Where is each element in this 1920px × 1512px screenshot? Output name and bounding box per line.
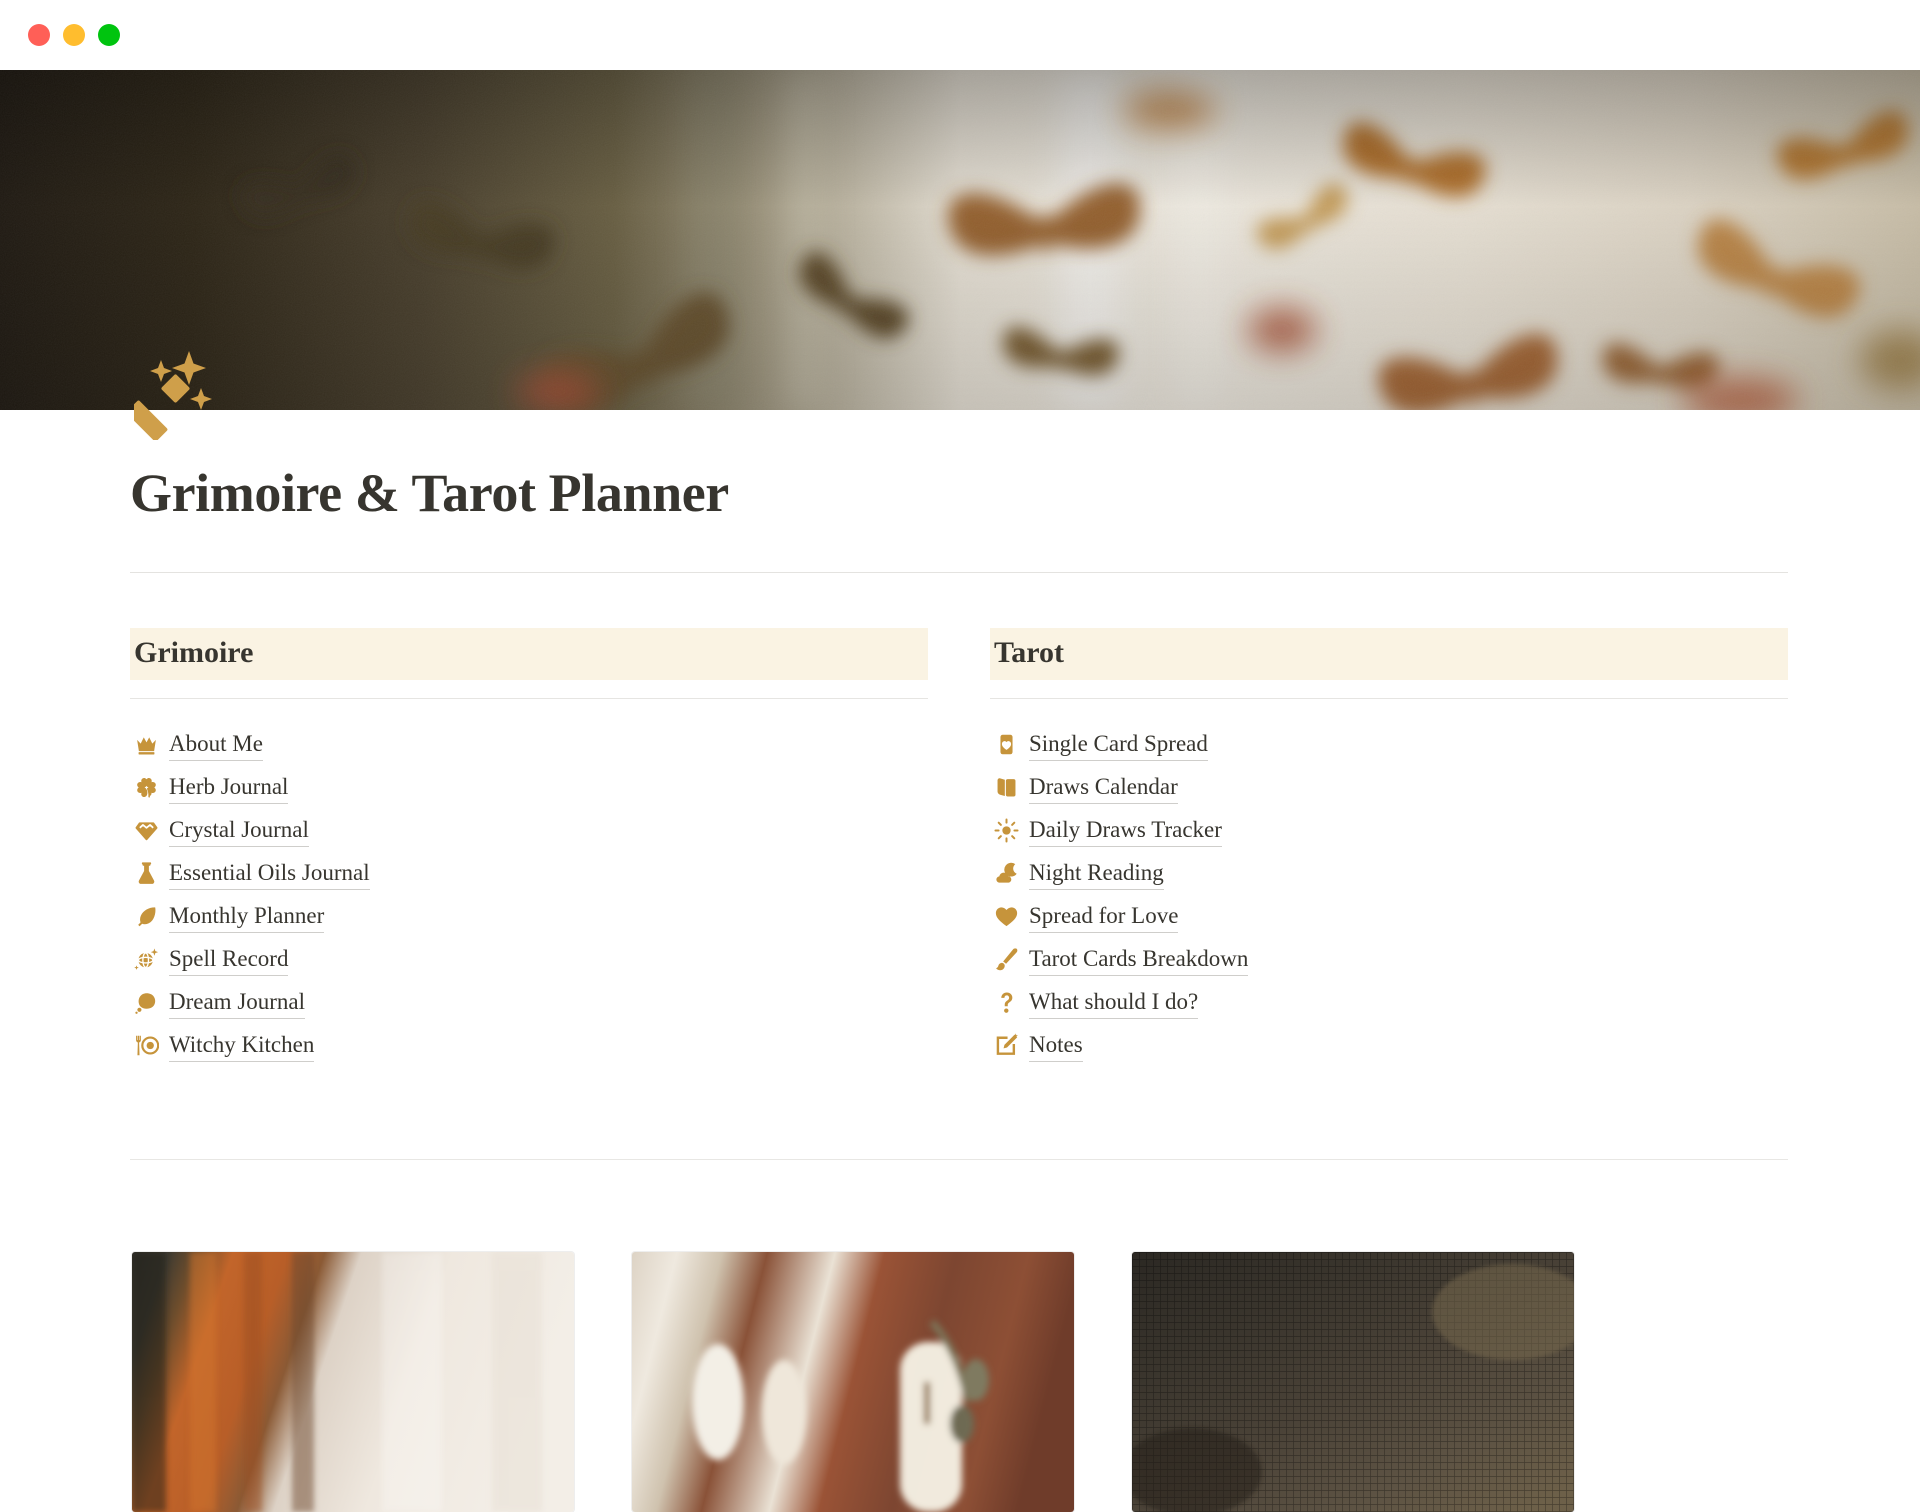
clover-icon xyxy=(134,775,159,800)
link-row[interactable]: Dream Journal xyxy=(130,981,928,1024)
link-label[interactable]: Spell Record xyxy=(169,943,289,977)
link-row[interactable]: Monthly Planner xyxy=(130,895,928,938)
moon-cloud-icon xyxy=(994,861,1019,886)
link-label[interactable]: Herb Journal xyxy=(169,771,289,805)
link-label[interactable]: Notes xyxy=(1029,1029,1083,1063)
paintbrush-icon xyxy=(994,947,1019,972)
link-row[interactable]: Spread for Love xyxy=(990,895,1788,938)
gallery-row xyxy=(132,1252,1792,1512)
link-row[interactable]: Herb Journal xyxy=(130,766,928,809)
link-row[interactable]: Night Reading xyxy=(990,852,1788,895)
close-button[interactable] xyxy=(28,24,50,46)
link-label[interactable]: Spread for Love xyxy=(1029,900,1179,934)
maximize-button[interactable] xyxy=(98,24,120,46)
link-label[interactable]: About Me xyxy=(169,728,263,762)
sun-icon xyxy=(994,818,1019,843)
link-row[interactable]: Single Card Spread xyxy=(990,723,1788,766)
gallery-card-2[interactable] xyxy=(632,1252,1074,1512)
card-stack-icon xyxy=(994,775,1019,800)
question-mark-icon xyxy=(994,990,1019,1015)
link-label[interactable]: What should I do? xyxy=(1029,986,1199,1020)
section-divider xyxy=(130,1159,1788,1161)
link-row[interactable]: Tarot Cards Breakdown xyxy=(990,938,1788,981)
fork-plate-icon xyxy=(134,1033,159,1058)
heart-icon xyxy=(994,904,1019,929)
link-row[interactable]: Witchy Kitchen xyxy=(130,1024,928,1067)
column-rule xyxy=(130,698,928,700)
column-heading-grimoire: Grimoire xyxy=(130,628,928,681)
minimize-button[interactable] xyxy=(63,24,85,46)
page-title: Grimoire & Tarot Planner xyxy=(130,463,729,523)
window-titlebar xyxy=(0,0,1920,70)
thought-bubble-icon xyxy=(134,990,159,1015)
link-label[interactable]: Monthly Planner xyxy=(169,900,325,934)
link-row[interactable]: Crystal Journal xyxy=(130,809,928,852)
link-columns: Grimoire About Me Herb Journal Crystal J… xyxy=(130,628,1788,1067)
link-label[interactable]: Tarot Cards Breakdown xyxy=(1029,943,1249,977)
link-row[interactable]: About Me xyxy=(130,723,928,766)
link-row[interactable]: Spell Record xyxy=(130,938,928,981)
link-row[interactable]: Essential Oils Journal xyxy=(130,852,928,895)
title-divider xyxy=(130,572,1788,573)
link-row[interactable]: Notes xyxy=(990,1024,1788,1067)
gallery-card-3[interactable] xyxy=(1132,1252,1574,1512)
link-label[interactable]: Single Card Spread xyxy=(1029,728,1208,762)
gem-icon xyxy=(134,818,159,843)
column-heading-tarot: Tarot xyxy=(990,628,1788,681)
link-label[interactable]: Witchy Kitchen xyxy=(169,1029,315,1063)
page-content: Grimoire & Tarot Planner Grimoire About … xyxy=(0,410,1920,1512)
link-label[interactable]: Essential Oils Journal xyxy=(169,857,370,891)
link-row[interactable]: What should I do? xyxy=(990,981,1788,1024)
cover-image xyxy=(0,70,1920,410)
link-row[interactable]: Daily Draws Tracker xyxy=(990,809,1788,852)
gallery-card-1[interactable] xyxy=(132,1252,574,1512)
crown-icon xyxy=(134,732,159,757)
link-label[interactable]: Daily Draws Tracker xyxy=(1029,814,1222,848)
feather-icon xyxy=(134,904,159,929)
link-label[interactable]: Dream Journal xyxy=(169,986,306,1020)
link-label[interactable]: Draws Calendar xyxy=(1029,771,1178,805)
grimoire-link-list: About Me Herb Journal Crystal Journal Es… xyxy=(130,723,928,1067)
column-grimoire: Grimoire About Me Herb Journal Crystal J… xyxy=(130,628,928,1067)
link-row[interactable]: Draws Calendar xyxy=(990,766,1788,809)
magic-wand-icon[interactable] xyxy=(134,348,226,440)
column-tarot: Tarot Single Card Spread Draws Calendar xyxy=(990,628,1788,1067)
card-heart-icon xyxy=(994,732,1019,757)
column-rule xyxy=(990,698,1788,700)
tarot-link-list: Single Card Spread Draws Calendar Daily … xyxy=(990,723,1788,1067)
link-label[interactable]: Crystal Journal xyxy=(169,814,309,848)
edit-square-icon xyxy=(994,1033,1019,1058)
crystal-ball-icon xyxy=(134,947,159,972)
link-label[interactable]: Night Reading xyxy=(1029,857,1164,891)
flask-icon xyxy=(134,861,159,886)
